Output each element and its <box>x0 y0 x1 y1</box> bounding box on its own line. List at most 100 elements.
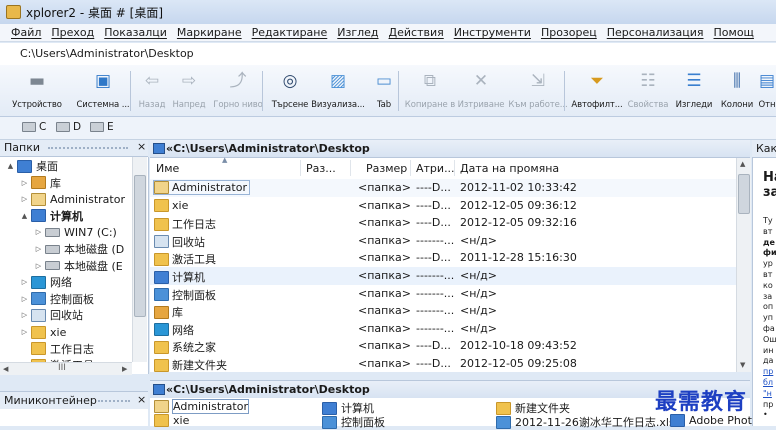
preview-heading: На за <box>763 170 776 200</box>
column-date-modified[interactable]: Дата на промяна <box>460 162 559 175</box>
menu-item[interactable]: Показалци <box>99 26 172 39</box>
list-item[interactable]: 控制面板 <box>322 414 385 430</box>
table-row[interactable]: 计算机 <папка> -------... <н/д> <box>150 267 736 285</box>
lib-folder-icon <box>154 305 169 319</box>
toolbar-button-copy-to[interactable]: ⧉ Копиране в <box>404 67 456 114</box>
toolbar-button-views[interactable]: ☰ Изгледи <box>672 67 716 114</box>
list-item[interactable]: xie <box>154 414 189 427</box>
toolbar-button-move-to[interactable]: ⇲ Към работе... <box>506 67 570 114</box>
expand-arrow-icon[interactable]: ▷ <box>34 228 43 236</box>
menu-item[interactable]: Инструменти <box>449 26 536 39</box>
column-divider[interactable] <box>410 160 411 176</box>
file-size: <папка> <box>358 286 411 300</box>
column-attributes[interactable]: Атри... <box>416 162 455 175</box>
file-name: 工作日志 <box>172 218 216 232</box>
table-row[interactable]: xie <папка> ----D... 2012-12-05 09:36:12 <box>150 197 736 215</box>
menu-item[interactable]: Помощ <box>709 26 759 39</box>
preview-line: за <box>763 291 773 301</box>
scroll-right-icon[interactable]: ▶ <box>122 365 127 373</box>
column-divider[interactable] <box>300 160 301 176</box>
toolbar-button-up-folder[interactable]: ⤴ Горно ниво <box>208 67 268 114</box>
address-bar[interactable]: C:\Users\Administrator\Desktop <box>0 43 776 66</box>
expand-arrow-icon[interactable]: ▷ <box>20 328 29 336</box>
panel-grip[interactable] <box>48 147 128 149</box>
expand-arrow-icon[interactable]: ▲ <box>6 162 15 170</box>
tree-item[interactable]: ▷ WIN7 (C:) <box>34 224 117 240</box>
menu-item[interactable]: Редактиране <box>247 26 333 39</box>
table-row[interactable]: Administrator <папка> ----D... 2012-11-02 1… <box>150 179 736 197</box>
table-row[interactable]: 系统之家 <папка> ----D... 2012-10-18 09:43:52 <box>150 337 736 355</box>
table-row[interactable]: 控制面板 <папка> -------... <н/д> <box>150 285 736 303</box>
toolbar-button-properties[interactable]: ☷ Свойства <box>624 67 672 114</box>
column-type[interactable]: Раз... <box>306 162 336 175</box>
column-divider[interactable] <box>454 160 455 176</box>
tree-item[interactable]: ▲ 桌面 <box>6 158 58 174</box>
toolbar-button-picture[interactable]: ▨ Визуализа... <box>312 67 364 114</box>
table-row[interactable]: 激活工具 <папка> ----D... 2011-12-28 15:16:30 <box>150 249 736 267</box>
bin-folder-icon <box>31 308 46 322</box>
column-name[interactable]: Име <box>156 162 179 175</box>
folders-panel-close-button[interactable]: × <box>137 140 146 153</box>
toolbar-button-computer[interactable]: ▣ Системна ... <box>72 67 134 114</box>
menu-item[interactable]: Персонализация <box>602 26 709 39</box>
tree-item[interactable]: ▲ 计算机 <box>20 208 83 224</box>
expand-arrow-icon[interactable]: ▷ <box>20 278 29 286</box>
tree-item[interactable]: 工作日志 <box>20 341 94 357</box>
expand-arrow-icon[interactable]: ▷ <box>20 311 29 319</box>
tree-item-label: WIN7 (C:) <box>64 225 117 239</box>
menu-item[interactable]: Изглед <box>332 26 383 39</box>
scroll-thumb-grip[interactable]: III <box>58 363 66 373</box>
drive-icon <box>22 122 36 132</box>
preview-line: де <box>763 237 775 247</box>
toolbar-button-back-arrow[interactable]: ⇦ Назад <box>134 67 170 114</box>
menu-item[interactable]: Прозорец <box>536 26 602 39</box>
table-row[interactable]: 回收站 <папка> -------... <н/д> <box>150 232 736 250</box>
menu-item[interactable]: Маркиране <box>172 26 247 39</box>
drive-button[interactable]: D <box>56 121 81 133</box>
column-divider[interactable] <box>350 160 351 176</box>
tree-item[interactable]: ▷ 本地磁盘 (E <box>34 258 123 274</box>
scroll-left-icon[interactable]: ◀ <box>3 365 8 373</box>
expand-arrow-icon[interactable]: ▷ <box>20 295 29 303</box>
list-item[interactable]: 2012-11-26谢冰华工作日志.xls <box>496 414 675 430</box>
menu-item[interactable]: Действия <box>384 26 449 39</box>
toolbar-button-funnel[interactable]: ⏷ Автофилт... <box>570 67 624 114</box>
toolbar-button-forward-arrow[interactable]: ⇨ Напред <box>170 67 208 114</box>
file-list-scroll-thumb[interactable] <box>738 174 750 214</box>
menu-item[interactable]: Преход <box>46 26 99 39</box>
tree-horizontal-scrollbar[interactable]: ◀ III ▶ <box>0 362 132 375</box>
expand-arrow-icon[interactable]: ▷ <box>34 262 43 270</box>
scroll-down-icon[interactable]: ▼ <box>740 361 745 369</box>
expand-arrow-icon[interactable]: ▷ <box>34 245 43 253</box>
up-folder-icon: ⤴ <box>229 71 247 91</box>
list-item[interactable]: Administrator <box>154 399 249 414</box>
column-size[interactable]: Размер <box>366 162 407 175</box>
panel-grip[interactable] <box>98 400 130 402</box>
tree-item[interactable]: ▷ 控制面板 <box>20 291 94 307</box>
table-row[interactable]: 新建文件夹 <папка> ----D... 2012-12-05 09:25:08 <box>150 355 736 372</box>
scroll-up-icon[interactable]: ▲ <box>740 160 745 168</box>
tree-item[interactable]: ▷ 网络 <box>20 274 72 290</box>
preview-line: • <box>763 410 768 420</box>
table-row[interactable]: 网络 <папка> -------... <н/д> <box>150 320 736 338</box>
mini-container-close-button[interactable]: × <box>137 393 146 406</box>
table-row[interactable]: 库 <папка> -------... <н/д> <box>150 302 736 320</box>
expand-arrow-icon[interactable]: ▷ <box>20 179 29 187</box>
tree-item[interactable]: ▷ 回收站 <box>20 307 83 323</box>
drive-button[interactable]: E <box>90 121 114 133</box>
expand-arrow-icon[interactable]: ▲ <box>20 212 29 220</box>
expand-arrow-icon[interactable]: ▷ <box>20 195 29 203</box>
tree-item[interactable]: ▷ 库 <box>20 175 61 191</box>
toolbar-button-drive[interactable]: ▬ Устройство <box>2 67 72 114</box>
menu-item[interactable]: Файл <box>6 26 46 39</box>
drive-button[interactable]: C <box>22 121 46 133</box>
table-row[interactable]: 工作日志 <папка> ----D... 2012-12-05 09:32:16 <box>150 214 736 232</box>
toolbar-button-open[interactable]: ▤ Отн <box>758 67 776 114</box>
toolbar-button-binoculars[interactable]: ◎ Търсене <box>268 67 312 114</box>
toolbar-button-columns[interactable]: ⫼ Колони <box>716 67 758 114</box>
tree-item[interactable]: ▷ Administrator <box>20 191 125 207</box>
tree-item[interactable]: ▷ xie <box>20 324 66 340</box>
tree-item[interactable]: ▷ 本地磁盘 (D <box>34 241 124 257</box>
tree-scroll-thumb[interactable] <box>134 175 146 317</box>
toolbar-button-delete-x[interactable]: ✕ Изтриване <box>456 67 506 114</box>
